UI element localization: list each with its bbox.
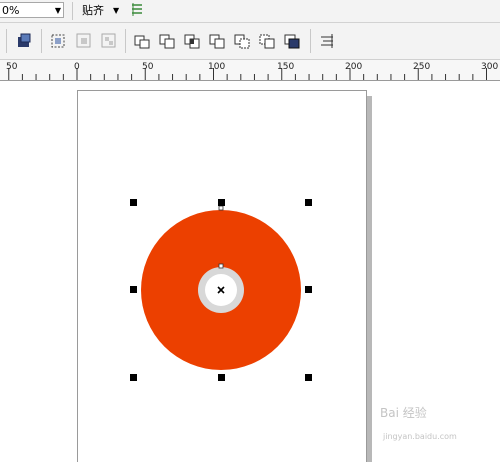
selection-handle-right[interactable] — [305, 286, 312, 293]
watermark: Bai 经验 — [380, 406, 427, 420]
selection-handle-top-left[interactable] — [130, 199, 137, 206]
selection-handle-top-right[interactable] — [305, 199, 312, 206]
selection-handle-top[interactable] — [218, 199, 225, 206]
selected-shape-layer — [141, 205, 301, 370]
selection-handle-bottom-left[interactable] — [130, 374, 137, 381]
watermark-url: jingyan.baidu.com — [383, 432, 457, 441]
node-handle[interactable] — [218, 263, 224, 269]
selection-handle-bottom[interactable] — [218, 374, 225, 381]
node-handle[interactable] — [218, 205, 224, 211]
selection-handle-left[interactable] — [130, 286, 137, 293]
selection-handle-bottom-right[interactable] — [305, 374, 312, 381]
